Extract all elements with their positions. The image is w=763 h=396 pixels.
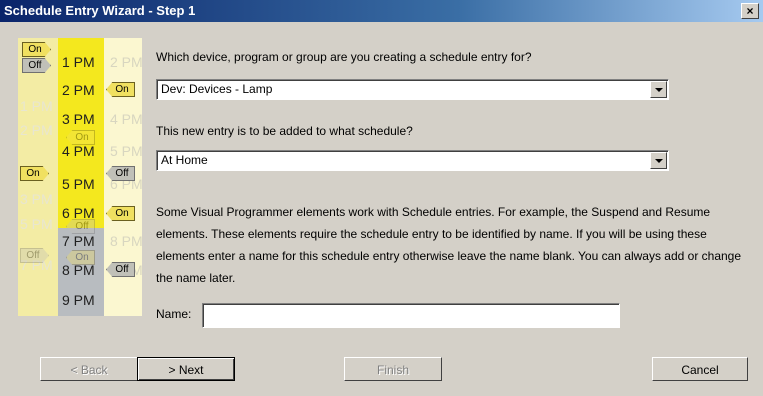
device-select[interactable]: Dev: Devices - Lamp: [156, 79, 669, 100]
graphic-time-label: 5 PM: [110, 143, 142, 159]
graphic-time-label: 4 PM: [62, 143, 95, 159]
graphic-time-label: 7 PM: [62, 233, 95, 249]
device-select-value: Dev: Devices - Lamp: [161, 82, 273, 96]
graphic-time-label: 2 PM: [62, 82, 95, 98]
dropdown-arrow-icon[interactable]: [650, 152, 667, 169]
device-question-label: Which device, program or group are you c…: [156, 50, 532, 64]
graphic-time-label: 5 PM: [20, 216, 53, 232]
graphic-time-label: 5 PM: [62, 176, 95, 192]
graphic-time-label: 3 PM: [62, 111, 95, 127]
graphic-time-label: 9 PM: [62, 292, 95, 308]
graphic-time-label: 1 PM: [20, 98, 53, 114]
schedule-select[interactable]: At Home: [156, 150, 669, 171]
graphic-time-label: 8 PM: [110, 233, 142, 249]
graphic-time-label: 2 PM: [110, 54, 142, 70]
close-button[interactable]: ×: [741, 3, 759, 19]
schedule-question-label: This new entry is to be added to what sc…: [156, 124, 413, 138]
graphic-time-label: 6 PM: [62, 205, 95, 221]
schedule-select-value: At Home: [161, 153, 208, 167]
name-input[interactable]: [202, 303, 620, 328]
finish-button[interactable]: Finish: [344, 357, 442, 381]
graphic-time-label: 3 PM: [20, 191, 53, 207]
cancel-button[interactable]: Cancel: [652, 357, 748, 381]
window-title: Schedule Entry Wizard - Step 1: [4, 3, 196, 18]
title-bar: Schedule Entry Wizard - Step 1 ×: [0, 0, 763, 22]
graphic-time-label: 1 PM: [62, 54, 95, 70]
info-text: Some Visual Programmer elements work wit…: [156, 205, 742, 285]
schedule-graphic: 1 PM 2 PM 3 PM 5 PM 7 PM 1 PM 2 PM 3 PM …: [18, 38, 142, 316]
graphic-time-label: 4 PM: [110, 111, 142, 127]
dropdown-arrow-icon[interactable]: [650, 81, 667, 98]
name-label: Name:: [156, 307, 192, 321]
graphic-time-label: 2 PM: [20, 122, 53, 138]
next-button[interactable]: > Next: [137, 357, 235, 381]
back-button[interactable]: < Back: [40, 357, 138, 381]
